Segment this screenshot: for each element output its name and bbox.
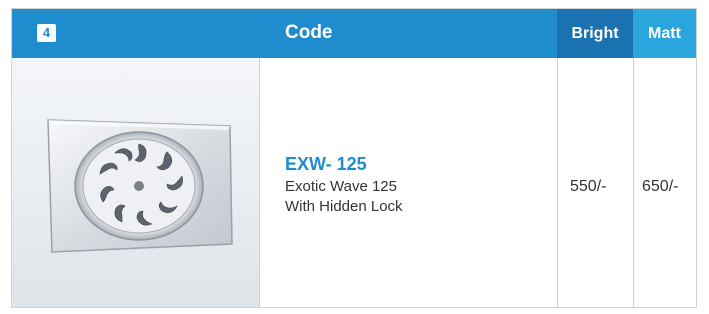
product-code: EXW- 125	[285, 154, 367, 174]
bright-price: 550/-	[570, 178, 607, 195]
product-feature: With Hidden Lock	[285, 198, 403, 215]
table-header: 4 Code Bright Matt	[12, 9, 696, 58]
code-column-header: Code	[285, 22, 333, 43]
product-row: EXW- 125 Exotic Wave 125 With Hidden Loc…	[12, 58, 696, 307]
matt-price: 650/-	[642, 178, 679, 195]
bright-column-header: Bright	[557, 9, 633, 58]
product-code-cell: EXW- 125 Exotic Wave 125 With Hidden Loc…	[285, 154, 403, 217]
matt-column-header: Matt	[633, 9, 696, 58]
product-image-cell	[12, 58, 259, 307]
column-divider	[557, 58, 558, 307]
floor-drain-grate-icon	[47, 119, 233, 253]
product-name: Exotic Wave 125	[285, 178, 397, 195]
product-table: 4 Code Bright Matt EXW- 125 Exotic Wave …	[11, 8, 697, 308]
item-number-badge: 4	[37, 24, 56, 42]
column-divider	[259, 58, 260, 307]
column-divider	[633, 58, 634, 307]
